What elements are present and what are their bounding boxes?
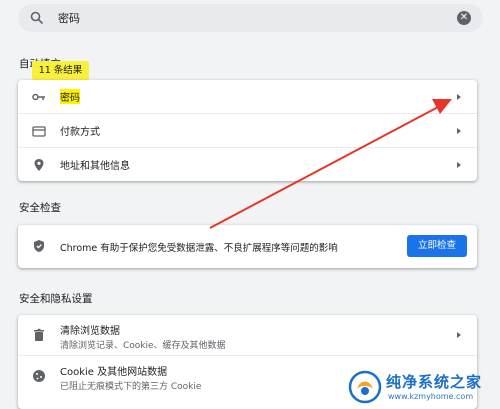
check-now-button[interactable]: 立即检查 xyxy=(407,235,467,257)
autofill-item-addresses[interactable]: 地址和其他信息 xyxy=(18,147,477,181)
privacy-section-title: 安全和隐私设置 xyxy=(19,293,93,305)
clear-search-icon[interactable]: ✕ xyxy=(457,11,471,25)
key-icon xyxy=(32,93,45,100)
privacy-item-title: 清除浏览数据 xyxy=(60,326,120,337)
search-input[interactable] xyxy=(58,9,438,27)
safety-check-section-title: 安全检查 xyxy=(19,202,61,214)
chevron-right-icon xyxy=(457,127,461,134)
chevron-right-icon xyxy=(457,93,461,100)
chevron-right-icon xyxy=(457,161,461,168)
autofill-item-label: 密码 xyxy=(60,89,80,104)
search-bar[interactable]: ✕ xyxy=(18,4,483,32)
location-pin-icon xyxy=(34,158,44,171)
search-icon xyxy=(30,11,44,25)
safety-check-description: Chrome 有助于保护您免受数据泄露、不良扩展程序等问题的影响 xyxy=(60,243,338,254)
cookie-icon xyxy=(33,370,45,382)
chevron-right-icon xyxy=(457,332,461,338)
watermark-title: 纯净系统之家 xyxy=(386,373,483,391)
watermark-logo-icon xyxy=(348,370,382,404)
autofill-item-passwords[interactable]: 密码 xyxy=(18,80,477,113)
autofill-card: 密码 付款方式 地址和其他信息 xyxy=(18,80,477,181)
privacy-item-clear-data[interactable]: 清除浏览数据 清除浏览记录、Cookie、缓存及其他数据 xyxy=(18,315,477,355)
privacy-item-title: Cookie 及其他网站数据 xyxy=(60,367,168,378)
privacy-item-subtitle: 已阻止无痕模式下的第三方 Cookie xyxy=(60,382,202,392)
shield-icon xyxy=(34,240,44,252)
watermark-url: www.kzmyhome.com xyxy=(388,392,474,401)
privacy-item-subtitle: 清除浏览记录、Cookie、缓存及其他数据 xyxy=(60,341,226,351)
credit-card-icon xyxy=(32,125,46,137)
result-count-tooltip: 11 条结果 xyxy=(32,61,89,80)
autofill-item-label: 地址和其他信息 xyxy=(60,161,130,172)
autofill-item-payment[interactable]: 付款方式 xyxy=(18,113,477,147)
watermark: 纯净系统之家 www.kzmyhome.com xyxy=(348,368,498,406)
safety-check-card: Chrome 有助于保护您免受数据泄露、不良扩展程序等问题的影响 立即检查 xyxy=(18,225,477,268)
trash-icon xyxy=(34,328,44,341)
autofill-item-label: 付款方式 xyxy=(60,127,100,138)
